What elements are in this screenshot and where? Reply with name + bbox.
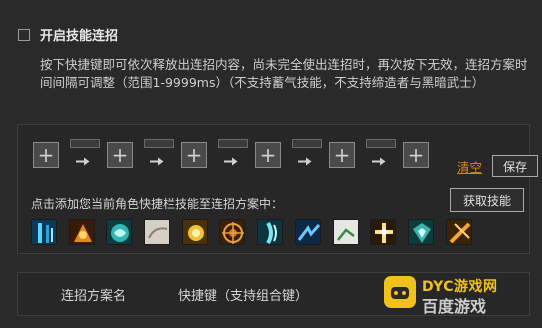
watermark-logo-icon: [384, 276, 416, 308]
combo-delay-4: [287, 139, 327, 169]
combo-slot-5[interactable]: +: [329, 142, 355, 168]
arrow-right-icon: [224, 157, 238, 166]
skill-icon-2[interactable]: [68, 219, 95, 245]
skill-icon-8[interactable]: [294, 219, 321, 245]
delay-input[interactable]: [144, 139, 174, 148]
skill-icon-10[interactable]: [370, 219, 397, 245]
combo-slot-6[interactable]: +: [403, 142, 429, 168]
plus-icon: +: [111, 143, 129, 167]
column-header-hotkey: 快捷键（支持组合键）: [178, 289, 309, 304]
combo-slot-3[interactable]: +: [181, 142, 207, 168]
watermark-subtext: 百度游戏: [422, 297, 487, 316]
arrow-right-icon: [76, 157, 90, 166]
skill-icon-12[interactable]: [445, 219, 472, 245]
skill-icon-11[interactable]: [407, 219, 434, 245]
combo-settings-panel: 开启技能连招 按下快捷键即可依次释放出连招内容，尚未完全使出连招时，再次按下无效…: [0, 0, 542, 328]
save-button[interactable]: 保存: [492, 155, 538, 177]
skill-icon-3[interactable]: [106, 219, 133, 245]
enable-combo-checkbox[interactable]: [18, 28, 30, 41]
combo-sequence-row: + + + + + + 清空 保存: [33, 139, 538, 177]
delay-input[interactable]: [70, 139, 100, 148]
skill-icon-1[interactable]: [31, 219, 57, 245]
combo-editor-panel: + + + + + + 清空 保存 点击添加您当前角色快捷栏技能至连招方案中： …: [17, 124, 538, 254]
combo-slot-1[interactable]: +: [33, 142, 59, 168]
combo-delay-3: [213, 139, 253, 169]
combo-slot-4[interactable]: +: [255, 142, 281, 168]
combo-delay-5: [361, 139, 401, 169]
combo-description: 按下快捷键即可依次释放出连招内容，尚未完全使出连招时，再次按下无效，连招方案时间…: [40, 57, 528, 90]
plus-icon: +: [37, 143, 55, 167]
arrow-right-icon: [372, 157, 386, 166]
skill-icon-4[interactable]: [144, 219, 171, 245]
delay-input[interactable]: [292, 139, 322, 148]
enable-combo-label: 开启技能连招: [40, 29, 119, 44]
delay-input[interactable]: [218, 139, 248, 148]
combo-delay-2: [139, 139, 179, 169]
plus-icon: +: [259, 143, 277, 167]
skill-icon-5[interactable]: [181, 219, 208, 245]
plus-icon: +: [185, 143, 203, 167]
combo-delay-1: [65, 139, 105, 169]
skill-icon-9[interactable]: [332, 219, 359, 245]
column-header-name: 连招方案名: [61, 289, 127, 304]
skill-icon-7[interactable]: [257, 219, 284, 245]
fetch-skills-button[interactable]: 获取技能: [450, 188, 524, 212]
enable-combo-row[interactable]: 开启技能连招: [18, 25, 118, 44]
combo-slot-2[interactable]: +: [107, 142, 133, 168]
plus-icon: +: [333, 143, 351, 167]
plus-icon: +: [407, 143, 425, 167]
skill-icon-list: [31, 219, 483, 245]
clear-link[interactable]: 清空: [457, 157, 482, 176]
skill-icon-6[interactable]: [219, 219, 246, 245]
site-watermark: DYC游戏网 百度游戏: [384, 276, 534, 320]
arrow-right-icon: [298, 157, 312, 166]
arrow-right-icon: [150, 157, 164, 166]
delay-input[interactable]: [366, 139, 396, 148]
skill-hint: 点击添加您当前角色快捷栏技能至连招方案中：: [31, 197, 284, 211]
